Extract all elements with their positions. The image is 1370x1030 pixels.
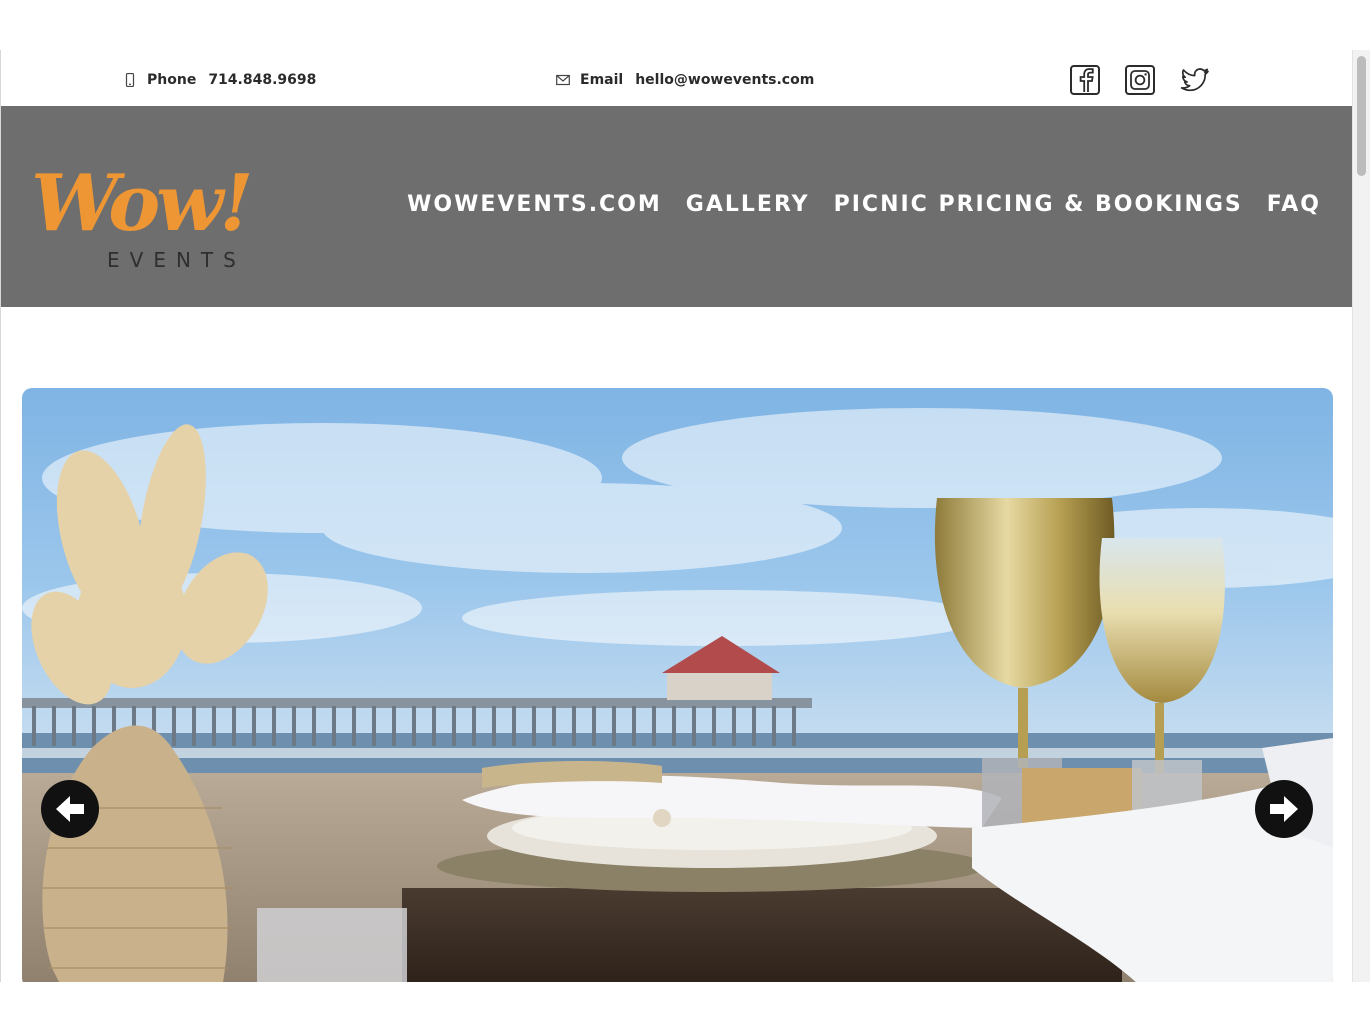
svg-text:Wow!: Wow! bbox=[31, 158, 250, 249]
arrow-left-icon bbox=[56, 796, 84, 822]
twitter-icon[interactable] bbox=[1179, 64, 1211, 96]
email-contact[interactable]: Email hello@wowevents.com bbox=[556, 70, 814, 90]
hero-slideshow bbox=[22, 388, 1333, 982]
top-contact-bar: Phone 714.848.9698 Email hello@wowevents… bbox=[1, 50, 1353, 106]
primary-navigation: WOWEVENTS.COM GALLERY PICNIC PRICING & B… bbox=[407, 192, 1321, 217]
main-navbar: Wow! EVENTS WOWEVENTS.COM GALLERY PICNIC… bbox=[1, 106, 1353, 307]
browser-page: Phone 714.848.9698 Email hello@wowevents… bbox=[0, 50, 1353, 982]
instagram-icon[interactable] bbox=[1124, 64, 1156, 96]
scrollbar-thumb[interactable] bbox=[1357, 56, 1366, 176]
phone-label: Phone bbox=[147, 72, 197, 88]
vertical-scrollbar[interactable] bbox=[1352, 50, 1370, 982]
nav-item-picnic-pricing-bookings[interactable]: PICNIC PRICING & BOOKINGS bbox=[834, 192, 1243, 217]
svg-text:EVENTS: EVENTS bbox=[107, 248, 246, 272]
phone-icon bbox=[125, 73, 135, 87]
email-label: Email bbox=[580, 72, 624, 88]
hero-slide-image bbox=[22, 388, 1333, 982]
arrow-right-icon bbox=[1270, 796, 1298, 822]
envelope-icon bbox=[556, 74, 570, 86]
phone-contact[interactable]: Phone 714.848.9698 bbox=[123, 70, 316, 90]
email-address[interactable]: hello@wowevents.com bbox=[635, 72, 814, 88]
slideshow-prev-button[interactable] bbox=[41, 780, 99, 838]
nav-item-faq[interactable]: FAQ bbox=[1267, 192, 1321, 217]
nav-item-gallery[interactable]: GALLERY bbox=[686, 192, 810, 217]
wow-events-logo[interactable]: Wow! EVENTS bbox=[29, 144, 261, 274]
slideshow-next-button[interactable] bbox=[1255, 780, 1313, 838]
nav-item-wowevents[interactable]: WOWEVENTS.COM bbox=[407, 192, 662, 217]
phone-number[interactable]: 714.848.9698 bbox=[208, 72, 316, 88]
facebook-icon[interactable] bbox=[1069, 64, 1101, 96]
